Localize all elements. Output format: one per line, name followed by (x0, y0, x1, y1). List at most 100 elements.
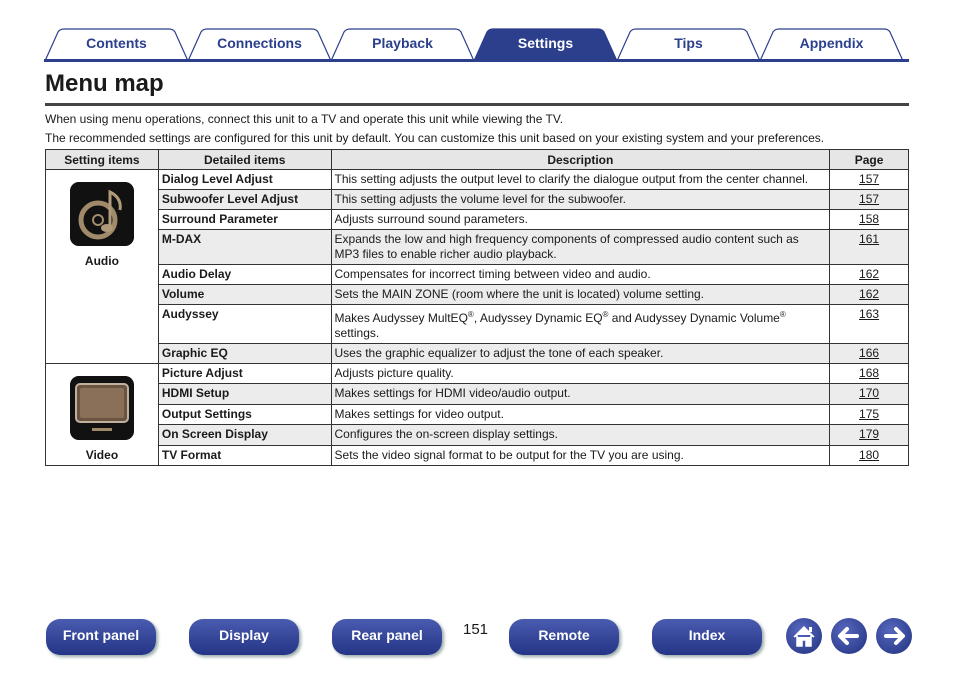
page-cell: 179 (829, 424, 909, 446)
page-link[interactable]: 157 (859, 192, 879, 206)
header-page: Page (829, 149, 909, 170)
home-button[interactable] (786, 618, 822, 654)
page-cell: 162 (829, 284, 909, 305)
intro-text-2: The recommended settings are configured … (45, 131, 825, 145)
tab-contents[interactable]: Contents (44, 28, 189, 62)
page-cell: 170 (829, 383, 909, 405)
tab-label: Settings (517, 35, 574, 51)
tab-bar-rule (44, 59, 909, 62)
home-icon (793, 625, 815, 647)
rear-panel-button[interactable]: Rear panel (332, 619, 442, 655)
description: This setting adjusts the volume level fo… (330, 189, 831, 210)
category-label: Audio (84, 254, 119, 268)
detailed-item: Subwoofer Level Adjust (157, 189, 332, 210)
page-cell: 166 (829, 343, 909, 364)
page-title: Menu map (45, 70, 164, 97)
table-row: Volume Sets the MAIN ZONE (room where the… (46, 284, 909, 305)
description: Makes settings for HDMI video/audio outp… (330, 383, 831, 405)
remote-button[interactable]: Remote (509, 619, 619, 655)
detailed-item: Audio Delay (157, 264, 332, 285)
page-link[interactable]: 166 (859, 346, 879, 360)
description: Adjusts picture quality. (330, 362, 831, 385)
chapter-tabs: Contents Connections Playback Settings Tips A… (44, 26, 909, 62)
detailed-item: Dialog Level Adjust (157, 169, 332, 190)
description: Compensates for incorrect timing between… (330, 264, 831, 285)
page-link[interactable]: 180 (859, 448, 879, 462)
arrow-right-icon (884, 627, 905, 645)
registered-mark: ® (779, 310, 786, 319)
description: Adjusts surround sound parameters. (330, 209, 831, 230)
table-row: Output Settings Makes settings for video … (46, 403, 909, 426)
tab-label: Appendix (799, 35, 864, 51)
page-link[interactable]: 170 (859, 386, 879, 400)
tab-appendix[interactable]: Appendix (759, 28, 904, 62)
detailed-item: Volume (157, 284, 332, 305)
display-button[interactable]: Display (189, 619, 299, 655)
page-cell: 163 (829, 304, 909, 344)
table-row: M-DAX Expands the low and high frequency … (46, 229, 909, 265)
page-link[interactable]: 163 (859, 307, 879, 321)
detailed-item: M-DAX (157, 229, 332, 265)
forward-button[interactable] (876, 618, 912, 654)
detailed-item: HDMI Setup (157, 383, 332, 405)
table-row: Subwoofer Level Adjust This setting adjus… (46, 189, 909, 210)
table-row: Graphic EQ Uses the graphic equalizer to … (46, 343, 909, 364)
tab-label: Playback (372, 35, 433, 51)
detailed-item: TV Format (157, 444, 332, 467)
index-button[interactable]: Index (652, 619, 762, 655)
detailed-item: On Screen Display (157, 424, 332, 446)
table-row: Audio Dialog Level Adjust This setting adj… (45, 169, 909, 364)
table-row: HDMI Setup Makes settings for HDMI video/… (46, 383, 909, 405)
table-row: On Screen Display Configures the on-scree… (46, 424, 909, 446)
page-cell: 168 (829, 362, 909, 385)
setting-item-video: Video (45, 363, 159, 466)
tab-settings[interactable]: Settings (473, 28, 618, 62)
description-part: and Audyssey Dynamic Volume (608, 311, 780, 325)
page-link[interactable]: 162 (859, 287, 879, 301)
page-link[interactable]: 175 (859, 407, 879, 421)
tab-tips[interactable]: Tips (616, 28, 761, 62)
page-link[interactable]: 168 (859, 366, 879, 380)
back-button[interactable] (831, 618, 867, 654)
detailed-item: Graphic EQ (157, 343, 332, 364)
page-cell: 162 (829, 264, 909, 285)
table-row: Audio Delay Compensates for incorrect tim… (46, 264, 909, 285)
table-row: Surround Parameter Adjusts surround sound… (46, 209, 909, 230)
description: Uses the graphic equalizer to adjust the… (330, 343, 831, 364)
page-cell: 157 (829, 169, 909, 190)
page-cell: 157 (829, 189, 909, 210)
front-panel-button[interactable]: Front panel (46, 619, 156, 655)
intro-text-1: When using menu operations, connect this… (45, 112, 564, 126)
tab-label: Connections (217, 35, 302, 51)
description: Makes settings for video output. (330, 403, 831, 426)
detailed-item: Surround Parameter (157, 209, 332, 230)
page-cell: 158 (829, 209, 909, 230)
page-link[interactable]: 179 (859, 427, 879, 441)
tab-playback[interactable]: Playback (330, 28, 475, 62)
tv-monitor-icon (49, 376, 155, 440)
description-part: Makes Audyssey MultEQ (334, 311, 468, 325)
page-cell: 175 (829, 403, 909, 426)
page-link[interactable]: 157 (859, 172, 879, 186)
menu-map-table: Setting items Detailed items Description… (45, 149, 909, 467)
setting-item-audio: Audio (45, 169, 159, 364)
tab-label: Tips (674, 35, 703, 51)
page-link[interactable]: 162 (859, 267, 879, 281)
description: Configures the on-screen display setting… (330, 424, 831, 446)
header-setting-items: Setting items (45, 149, 159, 170)
page-cell: 180 (829, 444, 909, 467)
arrow-left-icon (838, 627, 859, 645)
description: Sets the MAIN ZONE (room where the unit … (330, 284, 831, 305)
description: Expands the low and high frequency compo… (330, 229, 831, 265)
page-link[interactable]: 161 (859, 232, 879, 246)
page-link[interactable]: 158 (859, 212, 879, 226)
detailed-item: Output Settings (157, 403, 332, 426)
header-detailed-items: Detailed items (157, 149, 332, 170)
page-number: 151 (463, 621, 489, 638)
table-header-row: Setting items Detailed items Description… (45, 149, 909, 170)
detailed-item: Audyssey (157, 304, 332, 344)
table-row: Video Picture Adjust Adjusts picture quali… (45, 362, 909, 466)
header-description: Description (330, 149, 831, 170)
tab-connections[interactable]: Connections (187, 28, 332, 62)
description: This setting adjusts the output level to… (330, 169, 831, 190)
